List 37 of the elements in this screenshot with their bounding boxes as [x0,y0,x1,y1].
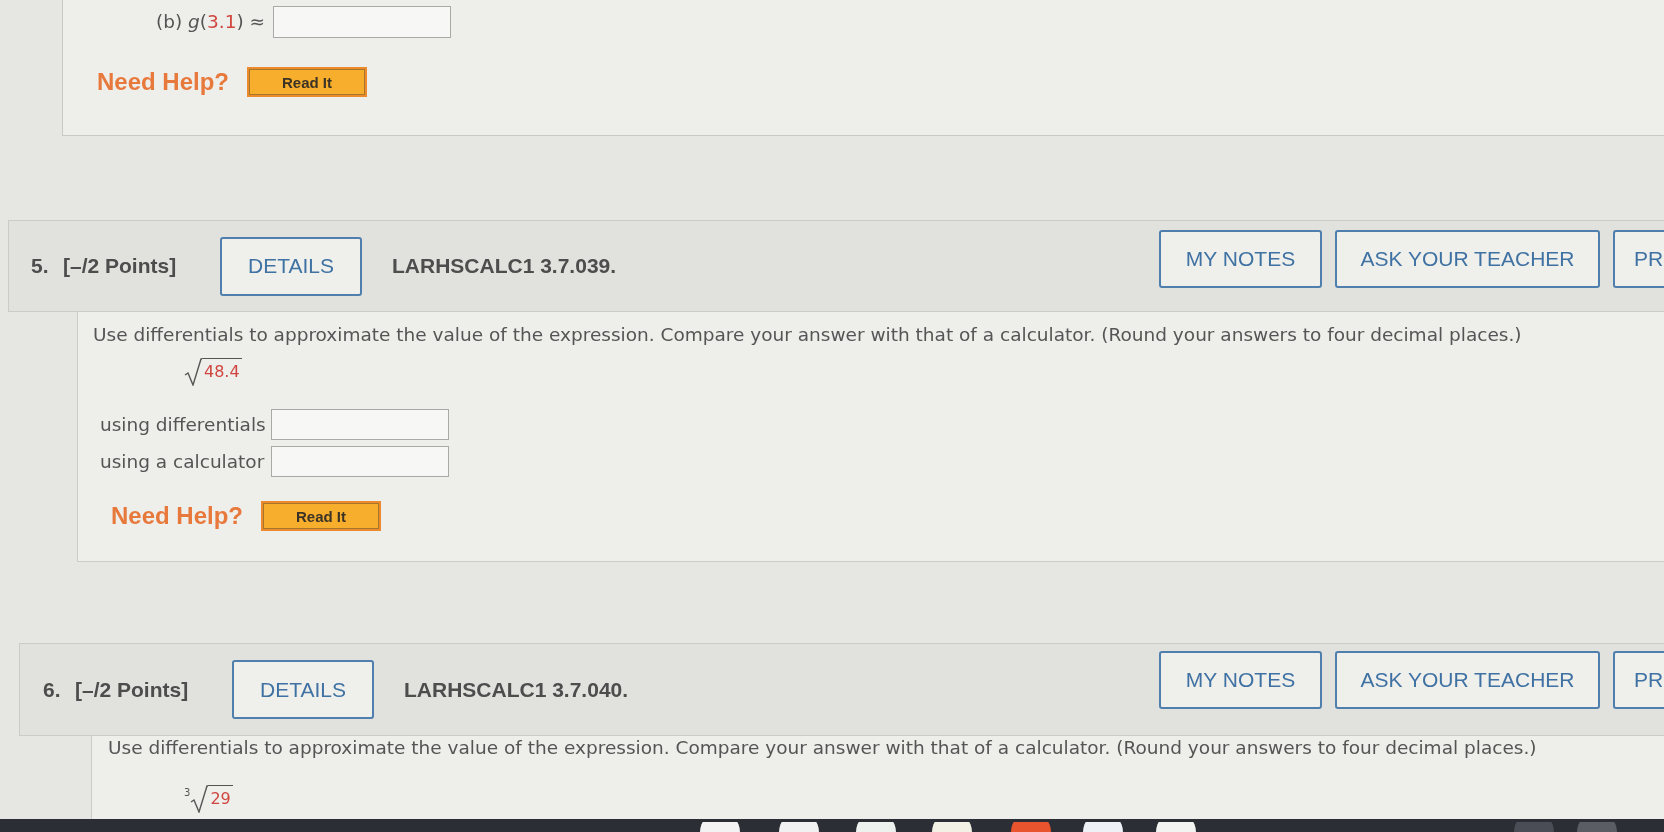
need-help-label: Need Help? [111,504,244,528]
app-icon[interactable] [1156,822,1196,832]
answer-prompt: (b) g(3.1) ≈ [156,10,266,34]
radical-sign-icon [190,785,209,813]
partial-button[interactable]: PR [1613,230,1664,288]
app-icon[interactable] [932,822,972,832]
my-notes-button[interactable]: MY NOTES [1159,651,1322,709]
partial-button[interactable]: PR [1613,651,1664,709]
ask-teacher-button[interactable]: ASK YOUR TEACHER [1335,230,1600,288]
read-it-button[interactable]: Read It [247,67,368,97]
app-icon[interactable] [856,822,896,832]
read-it-button[interactable]: Read It [261,501,382,531]
points-label: [–/2 Points] [75,676,189,703]
answer-label: using a calculator [100,449,266,474]
need-help-label: Need Help? [97,70,230,94]
question-number: 6. [43,676,61,703]
radicand-value: 48.4 [202,358,242,383]
app-icon[interactable] [779,822,819,832]
root-index: 3 [184,788,191,798]
answer-field[interactable] [270,409,449,440]
details-button[interactable]: DETAILS [232,660,374,719]
answer-label: using differentials [100,412,266,437]
points-label: [–/2 Points] [63,253,177,280]
problem-code: LARHSCALC1 3.7.040. [404,676,629,703]
app-icon[interactable] [1083,822,1123,832]
instructions-text: Use differentials to approximate the value of the expression. Compare your answer with that of a calculator. (Round your answers to four decimal places.) [108,737,1537,759]
my-notes-button[interactable]: MY NOTES [1159,230,1322,288]
problem-code: LARHSCALC1 3.7.039. [392,253,617,280]
answer-field[interactable] [273,6,452,38]
details-button[interactable]: DETAILS [220,236,362,296]
app-icon[interactable] [700,822,740,832]
instructions-text: Use differentials to approximate the value of the expression. Compare your answer with that of a calculator. (Round your answers to four decimal places.) [93,324,1522,346]
radical-sign-icon [184,358,202,386]
answer-field[interactable] [270,446,449,477]
question-number: 5. [31,253,49,280]
ask-teacher-button[interactable]: ASK YOUR TEACHER [1335,651,1600,709]
radicand-value: 29 [208,785,233,810]
